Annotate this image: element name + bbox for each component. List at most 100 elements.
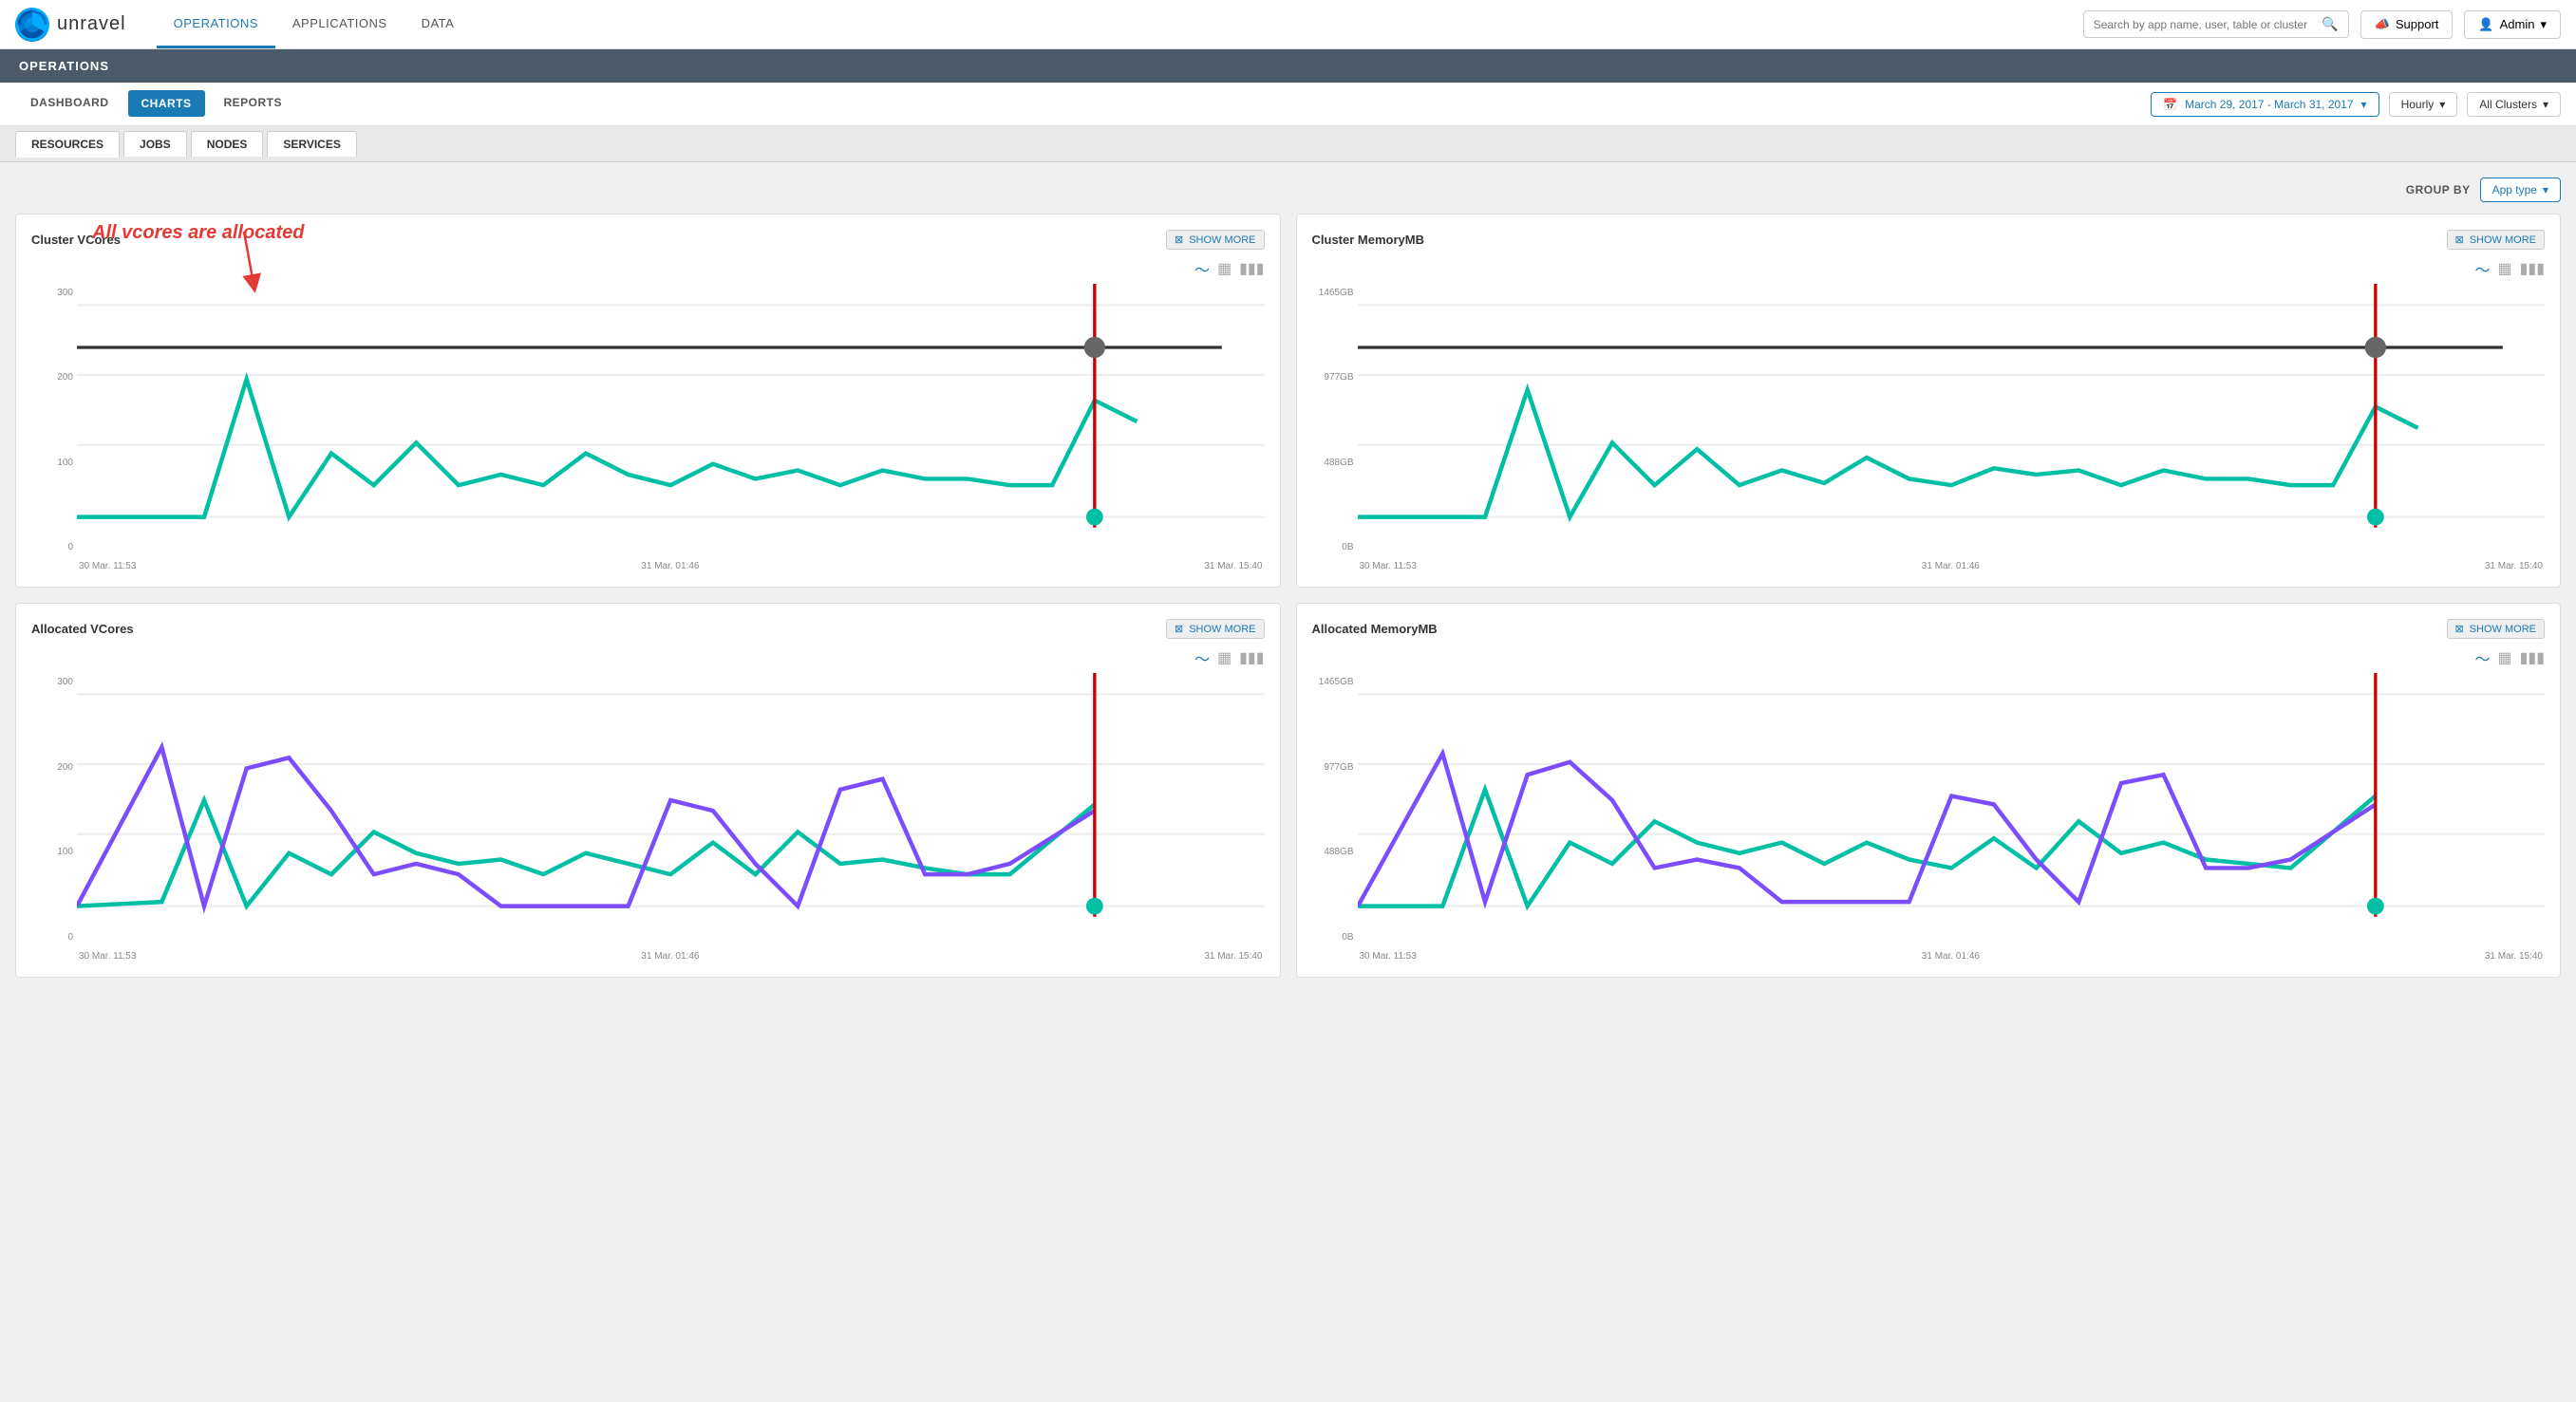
chart-header: Allocated MemoryMB ⊠ SHOW MORE <box>1312 619 2546 639</box>
sub-nav-right: 📅 March 29, 2017 - March 31, 2017 ▾ Hour… <box>2151 92 2561 117</box>
support-label: Support <box>2396 17 2439 31</box>
chart-y-axis: 1465GB 977GB 488GB 0B <box>1312 673 1358 961</box>
date-picker-button[interactable]: 📅 March 29, 2017 - March 31, 2017 ▾ <box>2151 92 2379 117</box>
cluster-dropdown[interactable]: All Clusters ▾ <box>2467 92 2561 117</box>
show-more-button[interactable]: ⊠ SHOW MORE <box>1166 619 1265 639</box>
chart-x-labels: 30 Mar. 11:53 31 Mar. 01:46 31 Mar. 15:4… <box>1358 951 2546 962</box>
chart-main: 30 Mar. 11:53 31 Mar. 01:46 31 Mar. 15:4… <box>77 673 1265 961</box>
chart-title: Cluster MemoryMB <box>1312 233 1424 247</box>
show-more-label: SHOW MORE <box>2470 234 2536 246</box>
chart-wrapper: 300 200 100 0 <box>31 284 1265 571</box>
nav-applications[interactable]: APPLICATIONS <box>275 0 404 48</box>
sec-tab-nodes[interactable]: NODES <box>191 131 264 157</box>
tab-dashboard[interactable]: DASHBOARD <box>15 83 124 125</box>
date-range-label: March 29, 2017 - March 31, 2017 <box>2185 98 2353 111</box>
secondary-tabs: RESOURCES JOBS NODES SERVICES <box>0 126 2576 162</box>
show-more-button[interactable]: ⊠ SHOW MORE <box>2447 230 2546 250</box>
hourly-dropdown[interactable]: Hourly ▾ <box>2389 92 2458 117</box>
chart-allocated-vcores: Allocated VCores ⊠ SHOW MORE 〜 ▦ ▮▮▮ 300… <box>15 603 1281 977</box>
area-chart-icon[interactable]: ▦ <box>1217 259 1232 278</box>
chart-y-axis: 1465GB 977GB 488GB 0B <box>1312 284 1358 571</box>
megaphone-icon: 📣 <box>2375 17 2390 32</box>
logo-text: unravel <box>57 13 126 35</box>
show-more-label: SHOW MORE <box>2470 624 2536 635</box>
chart-y-axis: 300 200 100 0 <box>31 673 77 961</box>
sub-nav: DASHBOARD CHARTS REPORTS 📅 March 29, 201… <box>0 83 2576 126</box>
cluster-label: All Clusters <box>2479 98 2537 111</box>
chart-header: Cluster MemoryMB ⊠ SHOW MORE <box>1312 230 2546 250</box>
nav-operations[interactable]: OPERATIONS <box>157 0 275 48</box>
search-input[interactable] <box>2094 18 2315 31</box>
line-chart-icon[interactable]: 〜 <box>2474 646 2490 669</box>
bar-chart-icon[interactable]: ▮▮▮ <box>2520 259 2545 278</box>
logo-icon <box>15 8 49 42</box>
page-title-bar: OPERATIONS <box>0 49 2576 83</box>
line-chart-icon[interactable]: 〜 <box>1194 646 1210 669</box>
logo-svg <box>15 8 49 42</box>
chart-wrapper: 300 200 100 0 <box>31 673 1265 961</box>
nav-data[interactable]: DATA <box>404 0 472 48</box>
chart-main: 30 Mar. 11:53 31 Mar. 01:46 31 Mar. 15:4… <box>1358 673 2546 961</box>
chart-view-icons: 〜 ▦ ▮▮▮ <box>31 646 1265 669</box>
bar-chart-icon[interactable]: ▮▮▮ <box>1239 259 1264 278</box>
expand-icon: ⊠ <box>1175 234 1183 246</box>
main-content: GROUP BY App type ▾ All vcores are alloc… <box>0 162 2576 993</box>
show-more-button[interactable]: ⊠ SHOW MORE <box>1166 230 1265 250</box>
user-icon: 👤 <box>2478 17 2493 32</box>
tab-reports[interactable]: REPORTS <box>209 83 298 125</box>
chevron-down-icon: ▾ <box>2361 98 2367 111</box>
nav-right: 🔍 📣 Support 👤 Admin ▾ <box>2083 10 2561 39</box>
sub-nav-links: DASHBOARD CHARTS REPORTS <box>15 83 297 125</box>
expand-icon: ⊠ <box>2455 234 2464 246</box>
top-nav: unravel OPERATIONS APPLICATIONS DATA 🔍 📣… <box>0 0 2576 49</box>
sec-tab-services[interactable]: SERVICES <box>267 131 356 157</box>
sec-tab-resources[interactable]: RESOURCES <box>15 131 120 158</box>
chart-header: Cluster VCores ⊠ SHOW MORE <box>31 230 1265 250</box>
chart-svg <box>77 673 1265 948</box>
group-by-bar: GROUP BY App type ▾ <box>15 178 2561 202</box>
bar-chart-icon[interactable]: ▮▮▮ <box>1239 648 1264 667</box>
chart-cluster-memorymb: Cluster MemoryMB ⊠ SHOW MORE 〜 ▦ ▮▮▮ 146… <box>1296 214 2562 588</box>
show-more-button[interactable]: ⊠ SHOW MORE <box>2447 619 2546 639</box>
chart-wrapper: 1465GB 977GB 488GB 0B <box>1312 284 2546 571</box>
search-box[interactable]: 🔍 <box>2083 10 2349 38</box>
hourly-label: Hourly <box>2401 98 2435 111</box>
support-button[interactable]: 📣 Support <box>2360 10 2454 39</box>
chart-svg <box>77 284 1265 559</box>
chevron-down-icon: ▾ <box>2543 98 2548 111</box>
expand-icon: ⊠ <box>2455 623 2464 635</box>
chart-svg <box>1358 673 2546 948</box>
chevron-down-icon: ▾ <box>2543 183 2548 196</box>
tab-charts[interactable]: CHARTS <box>128 90 205 117</box>
chart-main: 30 Mar. 11:53 31 Mar. 01:46 31 Mar. 15:4… <box>1358 284 2546 571</box>
chart-allocated-memorymb: Allocated MemoryMB ⊠ SHOW MORE 〜 ▦ ▮▮▮ 1… <box>1296 603 2562 977</box>
chart-svg <box>1358 284 2546 559</box>
chart-view-icons: 〜 ▦ ▮▮▮ <box>1312 646 2546 669</box>
chart-view-icons: 〜 ▦ ▮▮▮ <box>1312 257 2546 280</box>
area-chart-icon[interactable]: ▦ <box>1217 648 1232 667</box>
search-icon: 🔍 <box>2322 16 2338 32</box>
area-chart-icon[interactable]: ▦ <box>2497 648 2511 667</box>
chart-actions: ⊠ SHOW MORE <box>1166 230 1265 250</box>
show-more-label: SHOW MORE <box>1189 624 1255 635</box>
chart-header: Allocated VCores ⊠ SHOW MORE <box>31 619 1265 639</box>
admin-button[interactable]: 👤 Admin ▾ <box>2464 10 2561 39</box>
group-by-dropdown[interactable]: App type ▾ <box>2480 178 2561 202</box>
calendar-icon: 📅 <box>2163 98 2177 111</box>
chart-y-axis: 300 200 100 0 <box>31 284 77 571</box>
line-chart-icon[interactable]: 〜 <box>1194 257 1210 280</box>
page-title: OPERATIONS <box>19 59 109 73</box>
charts-grid: All vcores are allocated Cluster VCores … <box>15 214 2561 978</box>
admin-label: Admin <box>2500 17 2535 31</box>
bar-chart-icon[interactable]: ▮▮▮ <box>2520 648 2545 667</box>
area-chart-icon[interactable]: ▦ <box>2497 259 2511 278</box>
line-chart-icon[interactable]: 〜 <box>2474 257 2490 280</box>
chart-title: Allocated VCores <box>31 622 134 636</box>
sec-tab-jobs[interactable]: JOBS <box>123 131 187 157</box>
chart-title: Allocated MemoryMB <box>1312 622 1438 636</box>
logo[interactable]: unravel <box>15 8 126 42</box>
expand-icon: ⊠ <box>1175 623 1183 635</box>
chart-cluster-vcores: All vcores are allocated Cluster VCores … <box>15 214 1281 588</box>
show-more-label: SHOW MORE <box>1189 234 1255 246</box>
chart-view-icons: 〜 ▦ ▮▮▮ <box>31 257 1265 280</box>
